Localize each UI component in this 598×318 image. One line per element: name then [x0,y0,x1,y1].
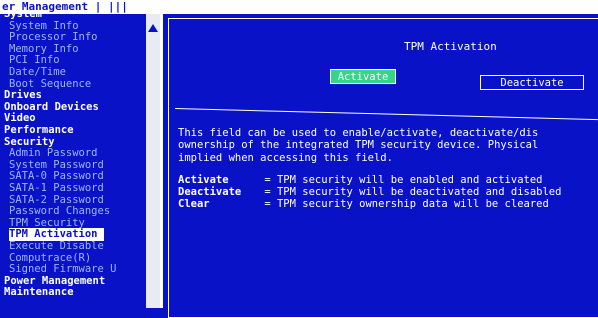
option-desc: = TPM security will be enabled and activ… [264,174,543,186]
option-clear: Clear = TPM security ownership data will… [178,198,549,210]
option-desc: = TPM security ownership data will be cl… [264,198,549,210]
menu-scrollbar[interactable] [146,14,160,308]
detail-panel [168,18,598,318]
help-line-3: implied when accessing this field. [178,152,393,164]
option-term: Clear [178,198,210,210]
panel-divider [160,14,163,308]
scroll-up-arrow-icon[interactable] [146,20,160,36]
option-deactivate: Deactivate = TPM security will be deacti… [178,186,561,198]
deactivate-button[interactable]: Deactivate [480,75,584,90]
activate-button[interactable]: Activate [330,69,396,84]
settings-menu: System System Info Processor Info Memory In… [0,14,146,308]
bios-title: er Management | ||| [2,0,128,13]
bios-title-bar: er Management | ||| [0,0,598,14]
help-line-1: This field can be used to enable/activat… [178,127,539,139]
help-line-2: ownership of the integrated TPM security… [178,139,539,151]
menu-item-maintenance[interactable]: Maintenance [4,286,74,299]
option-term: Deactivate [178,186,242,198]
option-term: Activate [178,174,229,186]
panel-title: TPM Activation [404,40,497,53]
option-desc: = TPM security will be deactivated and d… [264,186,562,198]
option-activate: Activate = TPM security will be enabled … [178,174,542,186]
